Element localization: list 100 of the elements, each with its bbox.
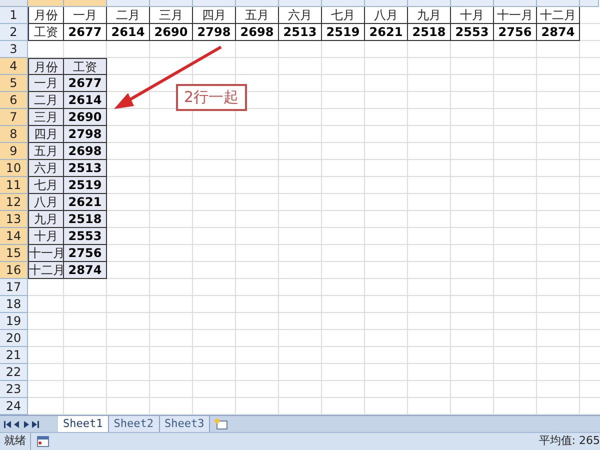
table-cell: 十二月 [537, 7, 580, 24]
row-header[interactable]: 4 [0, 58, 28, 75]
table-cell: 2553 [64, 228, 107, 245]
row-header[interactable]: 11 [0, 177, 28, 194]
table-cell: 2518 [408, 24, 451, 41]
row-header[interactable]: 15 [0, 245, 28, 262]
row-header[interactable]: 12 [0, 194, 28, 211]
row-header[interactable]: 3 [0, 41, 28, 58]
table-cell: 2677 [64, 75, 107, 92]
row-header[interactable]: 5 [0, 75, 28, 92]
table-cell: 工资 [64, 58, 107, 75]
table-cell: 二月 [107, 7, 150, 24]
row-header[interactable]: 22 [0, 364, 28, 381]
table-cell: 2698 [64, 143, 107, 160]
table-cell: 2698 [236, 24, 279, 41]
row-header[interactable]: 2 [0, 24, 28, 41]
column-header[interactable] [107, 0, 150, 7]
new-sheet-icon[interactable] [214, 418, 228, 430]
table-cell: 2798 [193, 24, 236, 41]
column-header[interactable] [28, 0, 64, 7]
column-header[interactable] [236, 0, 279, 7]
table-cell: 一月 [64, 7, 107, 24]
table-cell: 工资 [28, 24, 64, 41]
table-cell: 2690 [150, 24, 193, 41]
table-cell: 2553 [451, 24, 494, 41]
table-cell: 2874 [537, 24, 580, 41]
first-sheet-icon[interactable] [4, 420, 11, 428]
table-cell: 九月 [408, 7, 451, 24]
table-cell: 七月 [28, 177, 64, 194]
table-cell: 2513 [64, 160, 107, 177]
table-cell: 十月 [28, 228, 64, 245]
sheet-tab[interactable]: Sheet1 [58, 416, 109, 432]
table-cell: 2614 [107, 24, 150, 41]
table-cell: 三月 [150, 7, 193, 24]
row-header[interactable]: 7 [0, 109, 28, 126]
table-cell: 六月 [279, 7, 322, 24]
macro-record-icon[interactable] [37, 436, 49, 447]
last-sheet-icon[interactable] [32, 420, 39, 428]
row-header[interactable]: 17 [0, 279, 28, 296]
column-header[interactable] [537, 0, 580, 7]
row-header[interactable]: 20 [0, 330, 28, 347]
row-header[interactable]: 18 [0, 296, 28, 313]
column-header[interactable] [150, 0, 193, 7]
table-cell: 2621 [64, 194, 107, 211]
callout-label: 2行一起 [176, 84, 247, 111]
status-ready-text: 就绪 [0, 433, 31, 450]
column-header[interactable] [64, 0, 107, 7]
table-cell: 八月 [28, 194, 64, 211]
row-header[interactable]: 10 [0, 160, 28, 177]
table-cell: 六月 [28, 160, 64, 177]
table-cell: 十月 [451, 7, 494, 24]
column-header[interactable] [279, 0, 322, 7]
column-header[interactable] [322, 0, 365, 7]
table-cell: 四月 [193, 7, 236, 24]
table-cell: 十二月 [28, 262, 64, 279]
table-cell: 2518 [64, 211, 107, 228]
row-header[interactable]: 16 [0, 262, 28, 279]
table-cell: 五月 [28, 143, 64, 160]
average-readout: 平均值: 265 [538, 433, 600, 450]
column-header[interactable] [408, 0, 451, 7]
row-header[interactable]: 6 [0, 92, 28, 109]
table-cell: 月份 [28, 58, 64, 75]
table-cell: 2690 [64, 109, 107, 126]
table-cell: 七月 [322, 7, 365, 24]
table-cell: 月份 [28, 7, 64, 24]
table-cell: 八月 [365, 7, 408, 24]
table-cell: 四月 [28, 126, 64, 143]
column-header[interactable] [365, 0, 408, 7]
column-header[interactable] [451, 0, 494, 7]
row-header[interactable]: 13 [0, 211, 28, 228]
row-header[interactable]: 21 [0, 347, 28, 364]
previous-sheet-icon[interactable] [14, 420, 20, 428]
table-cell: 2756 [64, 245, 107, 262]
table-cell: 2519 [322, 24, 365, 41]
table-cell: 一月 [28, 75, 64, 92]
table-cell: 九月 [28, 211, 64, 228]
column-header[interactable] [580, 0, 599, 7]
table-cell: 2513 [279, 24, 322, 41]
row-header[interactable]: 14 [0, 228, 28, 245]
row-header[interactable]: 1 [0, 7, 28, 24]
row-header[interactable]: 9 [0, 143, 28, 160]
sheet-tab[interactable]: Sheet2 [108, 416, 160, 432]
table-cell: 2874 [64, 262, 107, 279]
table-cell: 2677 [64, 24, 107, 41]
table-cell: 二月 [28, 92, 64, 109]
row-header[interactable]: 8 [0, 126, 28, 143]
next-sheet-icon[interactable] [23, 420, 29, 428]
table-cell: 2621 [365, 24, 408, 41]
row-header[interactable]: 19 [0, 313, 28, 330]
table-cell: 十一月 [494, 7, 537, 24]
table-cell: 十一月 [28, 245, 64, 262]
table-cell: 2756 [494, 24, 537, 41]
row-header[interactable]: 23 [0, 381, 28, 398]
table-cell: 五月 [236, 7, 279, 24]
column-header[interactable] [494, 0, 537, 7]
column-header[interactable] [193, 0, 236, 7]
sheet-tab[interactable]: Sheet3 [160, 416, 210, 432]
table-cell: 2798 [64, 126, 107, 143]
row-header[interactable]: 24 [0, 398, 28, 415]
table-cell: 三月 [28, 109, 64, 126]
